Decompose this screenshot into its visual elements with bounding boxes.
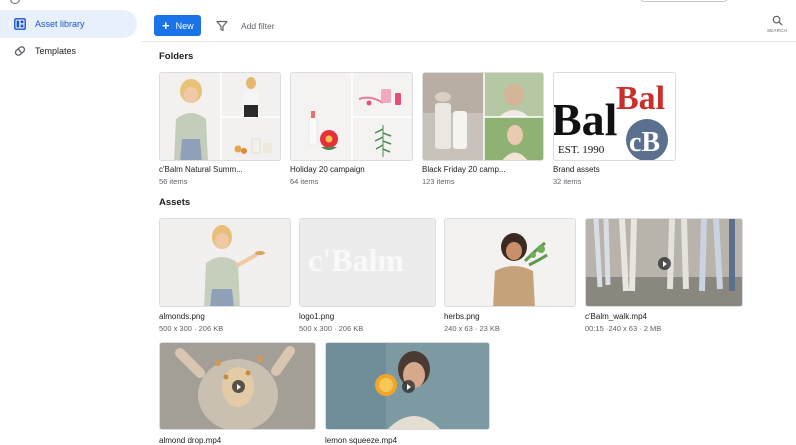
toolbar: + New Add filter SEARCH — [142, 8, 796, 42]
folders-heading: Folders — [159, 51, 194, 62]
brand-logo-bal-red: Bal — [616, 80, 665, 117]
asset-meta: 500 x 300 · 206 KB — [159, 324, 224, 333]
folder-name: Holiday 20 campaign — [290, 165, 365, 174]
library-icon — [14, 18, 26, 30]
asset-meta: 500 x 300 · 206 KB — [299, 324, 364, 333]
new-button[interactable]: + New — [154, 15, 201, 36]
folder-thumbnail — [422, 72, 544, 161]
asset-meta: 240 x 63 · 23 KB — [444, 324, 500, 333]
clipped-link[interactable] — [742, 0, 744, 5]
search-icon — [772, 15, 783, 26]
play-icon — [658, 257, 671, 270]
add-filter-button[interactable]: Add filter — [241, 21, 275, 31]
asset-name: herbs.png — [444, 312, 480, 321]
folder-thumbnail — [159, 72, 281, 161]
sidebar-item-templates[interactable]: Templates — [0, 37, 137, 65]
logo-watermark: c'Balm — [308, 242, 404, 278]
play-icon — [402, 380, 415, 393]
clipped-text — [771, 0, 773, 5]
asset-name: logo1.png — [299, 312, 335, 321]
asset-name: c'Balm_walk.mp4 — [585, 312, 647, 321]
sidebar-item-label: Asset library — [35, 19, 85, 29]
brand-logo-bal: Bal — [554, 94, 617, 145]
folder-name: Black Friday 20 camp... — [422, 165, 506, 174]
top-search-box[interactable] — [640, 0, 728, 2]
folder-item-count: 64 items — [290, 177, 319, 186]
search-label: SEARCH — [767, 28, 787, 33]
top-strip — [0, 0, 796, 8]
asset-name: lemon squeeze.mp4 — [325, 436, 398, 445]
brand-logo-est: EST. 1990 — [558, 144, 605, 156]
filter-icon[interactable] — [216, 19, 228, 32]
sidebar-item-label: Templates — [35, 46, 77, 56]
asset-thumbnail — [585, 218, 743, 307]
folder-thumbnail — [290, 72, 413, 161]
play-icon — [232, 380, 245, 393]
folder-thumbnail: Bal EST. 1990 Bal cB — [553, 72, 676, 161]
assets-heading: Assets — [159, 197, 191, 208]
templates-icon — [14, 45, 26, 57]
clipped-icon — [10, 0, 20, 4]
folder-name: Brand assets — [553, 165, 600, 174]
folder-item-count: 32 items — [553, 177, 582, 186]
brand-logo-cb: cB — [629, 127, 660, 158]
asset-thumbnail: c'Balm — [299, 218, 436, 307]
search-button[interactable]: SEARCH — [766, 15, 788, 39]
asset-thumbnail — [325, 342, 490, 430]
sidebar-item-asset-library[interactable]: Asset library — [0, 10, 137, 38]
folder-item-count: 56 items — [159, 177, 188, 186]
asset-name: almonds.png — [159, 312, 205, 321]
asset-name: almond drop.mp4 — [159, 436, 222, 445]
asset-meta: 00:15 ·240 x 63 · 2 MB — [585, 324, 662, 333]
asset-thumbnail — [159, 218, 291, 307]
asset-thumbnail — [159, 342, 316, 430]
new-button-label: New — [175, 20, 194, 31]
folder-name: c'Balm Natural Summ... — [159, 165, 243, 174]
folder-item-count: 123 items — [422, 177, 455, 186]
sidebar: Asset library Templates — [0, 8, 142, 445]
plus-icon: + — [162, 18, 170, 33]
asset-thumbnail — [444, 218, 576, 307]
